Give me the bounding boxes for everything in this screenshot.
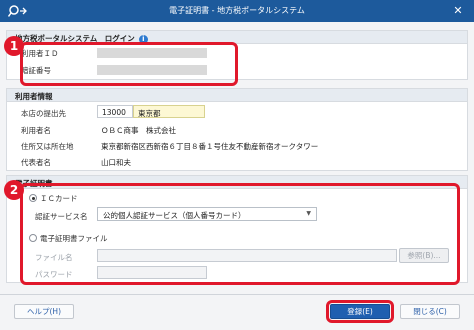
user-name-label: 利用者名 <box>21 126 51 135</box>
representative-value: 山口和夫 <box>101 158 131 167</box>
office-label: 本店の提出先 <box>21 109 66 118</box>
callout-badge-2: 2 <box>4 180 24 200</box>
login-highlight <box>20 42 238 86</box>
callout-badge-1: 1 <box>4 36 24 56</box>
title-bar: 電子証明書 - 地方税ポータルシステム ✕ <box>0 0 474 22</box>
close-icon[interactable]: ✕ <box>451 4 465 18</box>
footer-divider <box>0 294 474 295</box>
address-label: 住所又は所在地 <box>21 142 74 151</box>
window-title: 電子証明書 - 地方税ポータルシステム <box>169 6 305 15</box>
close-button[interactable]: 閉じる(C) <box>400 304 460 319</box>
register-highlight <box>326 300 394 323</box>
user-info-heading: 利用者情報 <box>7 89 467 102</box>
address-value: 東京都新宿区西新宿６丁目８番１号住友不動産新宿オークタワー <box>101 142 319 151</box>
user-name-value: ＯＢＣ商事 株式会社 <box>101 126 176 135</box>
user-info-section: 利用者情報 本店の提出先 13000 東京都 利用者名 ＯＢＣ商事 株式会社 住… <box>6 88 468 171</box>
dialog-body: 地方税ポータルシステム ログイン i 利用者ＩＤ 暗証番号 利用者情報 本店の提出… <box>0 22 474 330</box>
office-code-field[interactable]: 13000 <box>97 105 133 118</box>
certificate-highlight <box>20 183 460 285</box>
office-name-field: 東京都 <box>133 105 205 118</box>
representative-label: 代表者名 <box>21 158 51 167</box>
help-button[interactable]: ヘルプ(H) <box>14 304 74 319</box>
